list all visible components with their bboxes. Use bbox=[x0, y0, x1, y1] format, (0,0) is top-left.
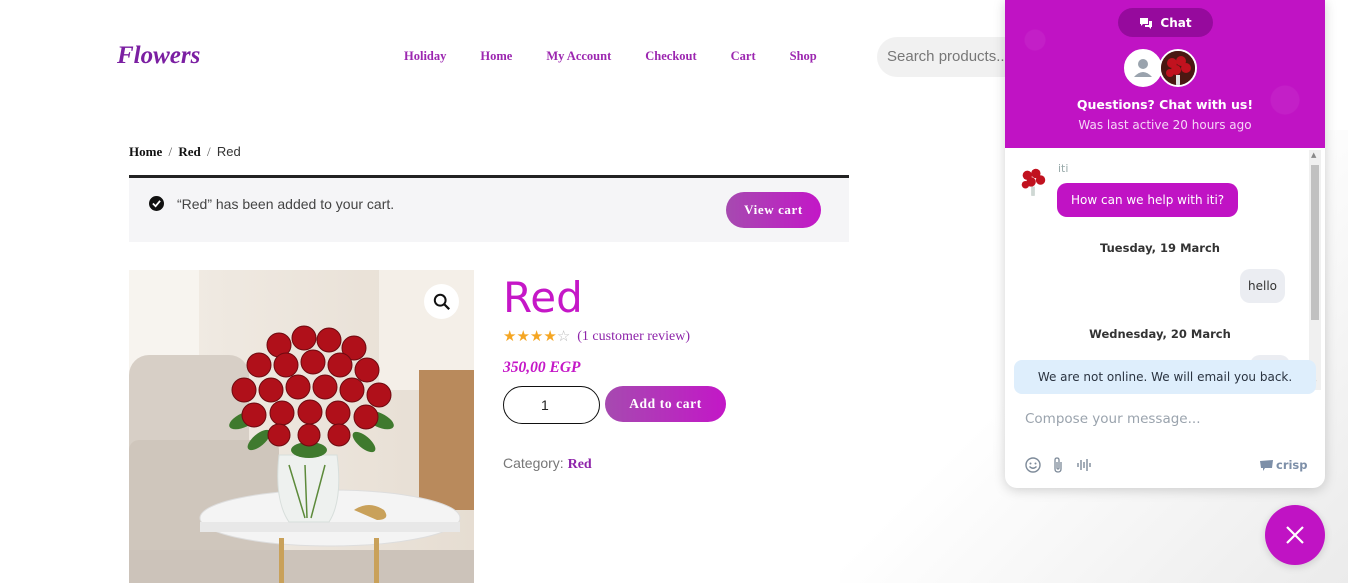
notice-message: “Red” has been added to your cart. bbox=[177, 196, 395, 212]
chat-last-active: Was last active 20 hours ago bbox=[1078, 118, 1252, 132]
star-rating: ★ ★ ★ ★ ☆ bbox=[503, 329, 570, 345]
emoji-icon[interactable] bbox=[1025, 457, 1041, 477]
cart-notice: “Red” has been added to your cart. View … bbox=[129, 175, 849, 242]
crisp-branding[interactable]: crisp bbox=[1260, 458, 1308, 472]
quantity-input[interactable]: 1 bbox=[503, 386, 600, 424]
nav-my-account[interactable]: My Account bbox=[546, 49, 611, 64]
rose-avatar-icon bbox=[1161, 51, 1195, 85]
offline-notice: We are not online. We will email you bac… bbox=[1014, 360, 1316, 394]
chat-tab[interactable]: Chat bbox=[1118, 8, 1213, 37]
operator-avatar-placeholder bbox=[1124, 49, 1162, 87]
product-category: Category: Red bbox=[503, 455, 592, 473]
star-filled-icon: ★ bbox=[543, 329, 557, 345]
operator-name: iti bbox=[1058, 162, 1069, 175]
nav-cart[interactable]: Cart bbox=[731, 49, 756, 64]
audio-waveform-icon[interactable] bbox=[1076, 457, 1094, 477]
product-title: Red bbox=[503, 273, 583, 322]
date-divider: Wednesday, 20 March bbox=[1089, 327, 1231, 341]
rose-avatar-icon bbox=[1017, 164, 1049, 196]
check-circle-icon bbox=[149, 196, 164, 211]
star-filled-icon: ★ bbox=[529, 329, 544, 345]
operator-avatar bbox=[1159, 49, 1197, 87]
scroll-up-arrow-icon[interactable]: ▲ bbox=[1311, 151, 1316, 159]
add-to-cart-button[interactable]: Add to cart bbox=[605, 386, 726, 422]
user-icon bbox=[1134, 59, 1152, 77]
star-filled-icon: ★ bbox=[516, 329, 530, 345]
zoom-icon[interactable] bbox=[424, 284, 459, 319]
rose-bouquet-photo bbox=[129, 270, 474, 583]
nav-holiday[interactable]: Holiday bbox=[404, 49, 446, 64]
breadcrumb: Home / Red / Red bbox=[129, 144, 241, 160]
site-logo[interactable]: Flowers bbox=[117, 42, 200, 70]
main-nav: Holiday Home My Account Checkout Cart Sh… bbox=[404, 49, 851, 64]
product-price: 350,00 EGP bbox=[503, 359, 581, 376]
nav-home[interactable]: Home bbox=[480, 49, 512, 64]
chat-bubbles-icon bbox=[1140, 17, 1153, 29]
nav-checkout[interactable]: Checkout bbox=[645, 49, 696, 64]
product-image[interactable] bbox=[129, 270, 474, 583]
close-icon bbox=[1286, 526, 1304, 544]
chat-tab-label: Chat bbox=[1160, 15, 1192, 30]
compose-message-input[interactable]: Compose your message... bbox=[1025, 411, 1201, 427]
category-label: Category: bbox=[503, 455, 564, 471]
nav-shop[interactable]: Shop bbox=[790, 49, 817, 64]
user-message: hello bbox=[1240, 269, 1285, 303]
operator-message-avatar bbox=[1017, 164, 1049, 196]
breadcrumb-category[interactable]: Red bbox=[178, 144, 200, 159]
breadcrumb-separator: / bbox=[206, 144, 211, 159]
date-divider: Tuesday, 19 March bbox=[1100, 241, 1220, 255]
customer-review-link[interactable]: (1 customer review) bbox=[577, 329, 690, 345]
crisp-brand-label: crisp bbox=[1276, 458, 1308, 472]
chat-title: Questions? Chat with us! bbox=[1076, 97, 1254, 112]
category-link[interactable]: Red bbox=[568, 457, 592, 472]
operator-message: How can we help with iti? bbox=[1057, 183, 1239, 217]
breadcrumb-separator: / bbox=[168, 144, 173, 159]
view-cart-button[interactable]: View cart bbox=[726, 192, 821, 228]
close-chat-button[interactable] bbox=[1265, 505, 1325, 565]
product-rating: ★ ★ ★ ★ ☆ (1 customer review) bbox=[503, 329, 690, 345]
star-empty-icon: ☆ bbox=[556, 329, 571, 345]
breadcrumb-current: Red bbox=[216, 144, 241, 159]
breadcrumb-home[interactable]: Home bbox=[129, 144, 162, 159]
star-filled-icon: ★ bbox=[503, 329, 517, 345]
crisp-logo-icon bbox=[1260, 459, 1273, 471]
chat-header: Chat Questions? Chat with us! Was last a… bbox=[1005, 0, 1325, 148]
attachment-icon[interactable] bbox=[1052, 457, 1064, 477]
chat-widget: Chat Questions? Chat with us! Was last a… bbox=[1005, 0, 1325, 488]
